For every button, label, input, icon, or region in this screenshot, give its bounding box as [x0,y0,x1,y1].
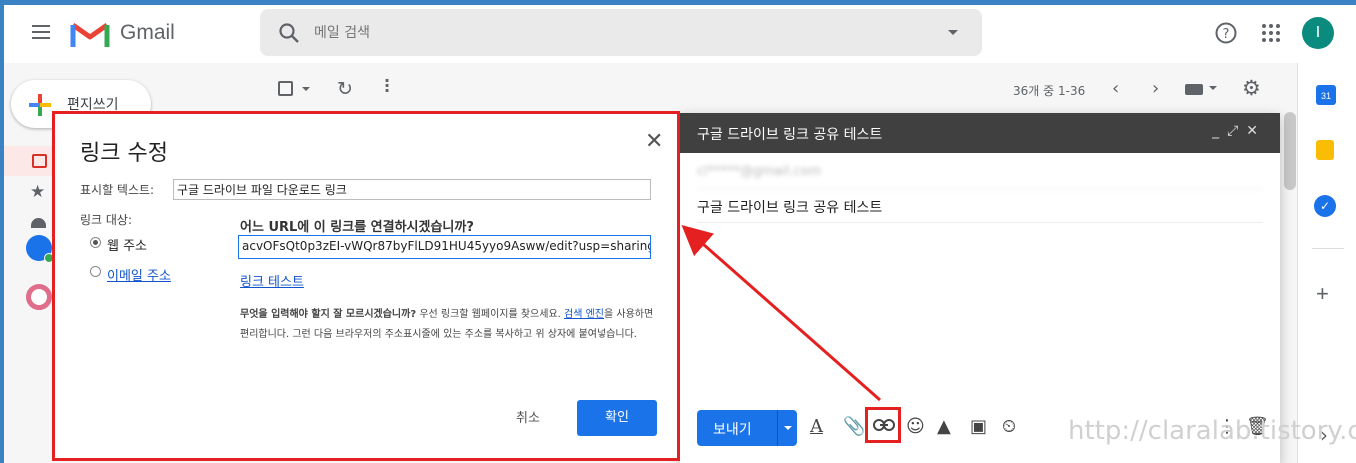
tasks-icon[interactable]: ✓ [1314,195,1336,217]
url-question: 어느 URL에 이 링크를 연결하시겠습니까? [240,220,474,235]
minimize-icon[interactable]: _ [1212,123,1227,139]
help-text-part-1: 우선 링크할 웹페이지를 찾으세요. [416,309,565,320]
apps-grid-icon[interactable] [1261,23,1281,43]
select-all-checkbox[interactable] [278,81,293,96]
subject-field[interactable]: 구글 드라이브 링크 공유 테스트 [697,197,1263,223]
svg-text:?: ? [1223,27,1230,42]
web-address-label[interactable]: 웹 주소 [107,235,147,254]
calendar-icon[interactable]: 31 [1316,85,1336,105]
url-input[interactable]: acvOFsQt0p3zEI-vWQr87byFlLD91HU45yyo9Asw… [238,235,651,259]
email-address-radio[interactable] [90,266,101,277]
send-button-label: 보내기 [713,422,752,438]
help-icon[interactable]: ? [1214,21,1238,45]
settings-gear-icon[interactable]: ⚙ [1242,76,1261,100]
app-name[interactable]: Gmail [120,21,175,45]
send-button[interactable]: 보내기 [697,410,797,446]
select-options-caret-icon[interactable] [302,87,310,91]
search-options-caret-icon[interactable] [948,30,958,35]
confidential-mode-icon[interactable]: ⏲ [1002,416,1016,437]
gmail-logo-icon[interactable] [70,21,110,49]
window-frame-left [0,0,4,463]
cancel-button[interactable]: 취소 [516,407,540,426]
side-panel: 31 ✓ + › [1297,63,1356,463]
more-options-icon[interactable]: · · · [384,73,390,99]
send-options-caret-icon[interactable] [777,410,797,446]
watermark: http://claralab.tistory.com [1068,416,1356,446]
help-text-bold: 무엇을 입력해야 할지 잘 모르시겠습니까? [240,309,417,320]
emoji-icon[interactable]: ☺ [906,416,925,437]
search-icon[interactable] [278,22,300,44]
nav-inbox[interactable] [4,146,56,176]
link-target-label: 링크 대상: [80,213,133,227]
input-tools-caret-icon[interactable] [1209,86,1217,90]
keep-icon[interactable] [1316,140,1334,160]
help-text: 무엇을 입력해야 할지 잘 모르시겠습니까? 우선 링크할 웹페이지를 찾으세요… [240,305,660,345]
hangouts-contact-avatar[interactable] [26,284,52,310]
compose-title: 구글 드라이브 링크 공유 테스트 [697,127,883,143]
web-address-radio[interactable] [90,237,101,248]
side-panel-divider [1312,248,1344,249]
main-menu-icon[interactable] [32,25,50,39]
formatting-icon[interactable]: A [810,416,823,437]
hangouts-avatar[interactable] [26,235,54,263]
compose-plus-icon [29,94,51,116]
input-tools-keyboard-icon[interactable] [1185,84,1203,95]
message-count: 36개 중 1-36 [1013,84,1086,98]
test-link[interactable]: 링크 테스트 [240,271,304,290]
email-address-link[interactable]: 이메일 주소 [107,265,171,284]
search-engine-link[interactable]: 검색 엔진 [564,309,604,320]
starred-icon[interactable]: ★ [30,182,45,202]
main-scrollbar[interactable] [1284,112,1296,190]
close-compose-icon[interactable]: ✕ [1246,123,1266,139]
dialog-title: 링크 수정 [80,141,168,166]
close-dialog-icon[interactable]: ✕ [645,129,663,154]
drive-icon[interactable]: ▲ [937,416,951,437]
compose-window: 구글 드라이브 링크 공유 테스트 _⤢✕ cl*****@gmail.com … [680,113,1280,463]
edit-link-dialog: 링크 수정 ✕ 표시할 텍스트: 링크 대상: 웹 주소 이메일 주소 어느 U… [55,114,677,458]
inbox-icon [32,154,47,168]
fullscreen-icon[interactable]: ⤢ [1227,123,1246,139]
search-input[interactable] [314,21,874,45]
search-bar[interactable] [260,9,982,56]
compose-header[interactable]: 구글 드라이브 링크 공유 테스트 _⤢✕ [680,113,1280,153]
link-icon-highlight [865,407,901,443]
get-addons-icon[interactable]: + [1316,281,1329,307]
snoozed-icon[interactable] [31,218,46,228]
gmail-header: Gmail ? I [4,5,1356,63]
attach-icon[interactable]: 📎 [843,416,865,437]
compose-window-controls[interactable]: _⤢✕ [1212,123,1266,139]
insert-photo-icon[interactable]: ▣ [970,416,987,437]
display-text-input[interactable] [173,179,651,200]
display-text-label: 표시할 텍스트: [80,183,155,197]
next-page-icon[interactable]: › [1152,78,1159,99]
recipient-field[interactable]: cl*****@gmail.com [697,164,1263,190]
confirm-button[interactable]: 확인 [577,400,657,436]
previous-page-icon[interactable]: ‹ [1112,78,1119,99]
account-avatar[interactable]: I [1302,17,1334,49]
refresh-icon[interactable]: ↻ [337,78,353,100]
